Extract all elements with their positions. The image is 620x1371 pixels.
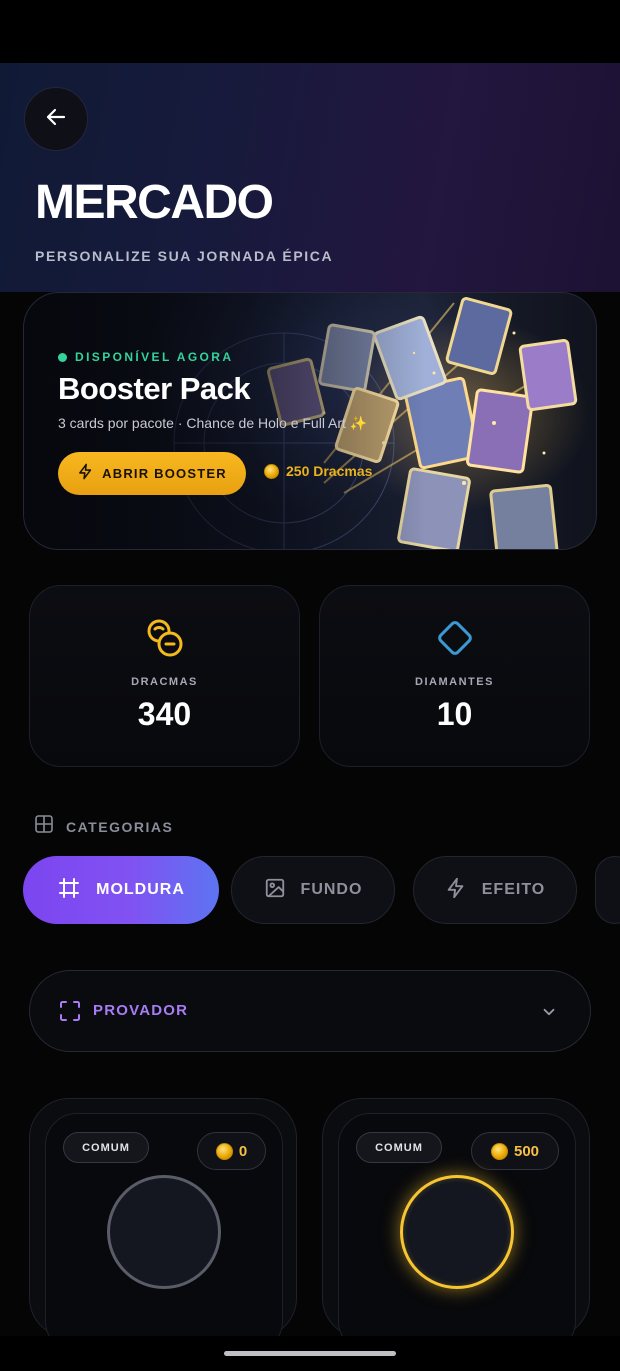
item-price: 0 (197, 1132, 266, 1170)
page-title: MERCADO (35, 176, 274, 229)
image-icon (264, 877, 286, 904)
booster-title: Booster Pack (58, 371, 251, 406)
diamond-icon (433, 616, 477, 665)
frame-item-inner: COMUM 500 (338, 1113, 576, 1353)
navigation-bar (0, 1336, 620, 1371)
lightning-icon (77, 463, 94, 485)
stat-value: 340 (137, 696, 192, 732)
frame-item-inner: COMUM 0 (45, 1113, 283, 1353)
coin-icon (264, 463, 279, 479)
tab-label: EFEITO (481, 881, 546, 898)
back-button[interactable] (24, 87, 88, 151)
scan-icon (60, 1001, 80, 1026)
rarity-badge: COMUM (356, 1132, 442, 1163)
stat-label: DRACMAS (131, 676, 198, 688)
dracmas-balance-card: DRACMAS 340 (29, 585, 300, 767)
status-dot-icon (58, 352, 67, 362)
stat-label: DIAMANTES (415, 676, 494, 688)
booster-description: 3 cards por pacote · Chance de Holo e Fu… (58, 415, 368, 431)
booster-price: 250 Dracmas (264, 463, 372, 479)
tab-fundo[interactable]: FUNDO (231, 856, 395, 924)
booster-pack-card[interactable]: DISPONÍVEL AGORA Booster Pack 3 cards po… (23, 292, 597, 550)
frame-item-card[interactable]: COMUM 500 (322, 1098, 590, 1353)
rarity-badge: COMUM (63, 1132, 149, 1163)
tab-label: MOLDURA (96, 881, 185, 898)
item-price-value: 0 (238, 1142, 248, 1160)
frame-preview (400, 1175, 514, 1289)
grid-icon (35, 815, 53, 838)
categories-label: CATEGORIAS (66, 818, 174, 835)
header: MERCADO PERSONALIZE SUA JORNADA ÉPICA (0, 63, 620, 292)
coin-icon (215, 1142, 233, 1160)
provador-dropdown[interactable]: PROVADOR (29, 970, 591, 1052)
tab-efeito[interactable]: EFEITO (413, 856, 577, 924)
home-indicator[interactable] (224, 1351, 396, 1356)
status-bar (0, 0, 620, 63)
frame-icon (57, 876, 81, 905)
rarity-label: COMUM (375, 1141, 423, 1154)
open-booster-label: ABRIR BOOSTER (102, 466, 227, 481)
main-content: DISPONÍVEL AGORA Booster Pack 3 cards po… (0, 292, 620, 1353)
coin-icon (490, 1142, 508, 1160)
availability-text: DISPONÍVEL AGORA (75, 350, 234, 364)
chevron-down-icon (540, 1003, 558, 1026)
coins-icon (143, 616, 187, 665)
frame-item-card[interactable]: COMUM 0 (29, 1098, 297, 1353)
rarity-label: COMUM (82, 1141, 130, 1154)
provador-label: PROVADOR (93, 1002, 189, 1019)
tab-more[interactable] (595, 856, 620, 924)
booster-price-label: 250 Dracmas (286, 463, 373, 479)
tab-moldura[interactable]: MOLDURA (23, 856, 219, 924)
availability-row: DISPONÍVEL AGORA (58, 350, 233, 364)
lightning-icon (445, 877, 467, 904)
open-booster-button[interactable]: ABRIR BOOSTER (58, 452, 246, 495)
stat-value: 10 (436, 696, 473, 732)
diamantes-balance-card: DIAMANTES 10 (319, 585, 590, 767)
item-price-value: 500 (513, 1142, 540, 1160)
page-subtitle: PERSONALIZE SUA JORNADA ÉPICA (35, 248, 334, 264)
item-price: 500 (471, 1132, 559, 1170)
tab-label: FUNDO (300, 881, 363, 898)
categories-header: CATEGORIAS (35, 815, 173, 838)
frame-preview (107, 1175, 221, 1289)
arrow-left-icon (44, 105, 68, 134)
